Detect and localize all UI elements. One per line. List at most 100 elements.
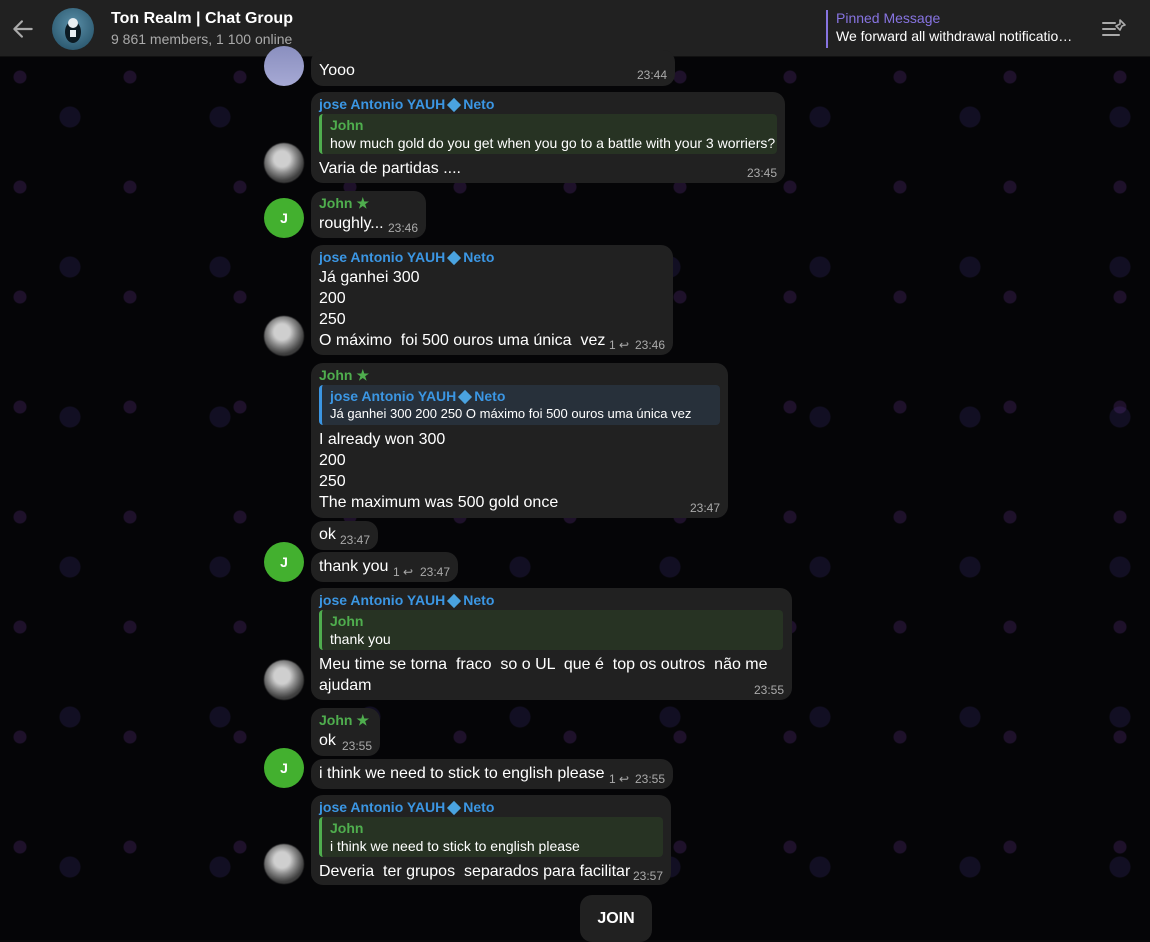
message-time: 23:47	[689, 501, 720, 515]
star-icon: ★	[356, 367, 370, 383]
author-name: jose Antonio YAUH	[319, 249, 446, 265]
message-time: 23:47	[419, 565, 450, 579]
message-bubble: John ★ roughly... 23:46	[311, 191, 426, 238]
author-name-suffix: Neto	[463, 96, 495, 112]
join-button[interactable]: JOIN	[580, 895, 652, 942]
reply-count-value: 1	[393, 565, 400, 579]
message-author[interactable]: jose Antonio YAUH Neto	[319, 592, 494, 608]
message-bubble: i think we need to stick to english plea…	[311, 759, 673, 789]
message-bubble: thank you 1 ↩ 23:47	[311, 552, 458, 582]
message-bubble: jose Antonio YAUH Neto John i think we ne…	[311, 795, 671, 885]
message-author[interactable]: John ★	[319, 195, 369, 212]
avatar[interactable]	[264, 660, 304, 700]
pinned-list-icon[interactable]	[1100, 17, 1128, 41]
reply-author: John	[330, 613, 364, 629]
message-author[interactable]: John ★	[319, 712, 369, 729]
message-time: 23:46	[634, 338, 665, 352]
avatar-initial: J	[280, 210, 288, 226]
message-text: roughly...	[319, 215, 384, 232]
message-time: 23:47	[339, 533, 370, 547]
author-name: jose Antonio YAUH	[319, 96, 446, 112]
message-text: Yooo	[319, 62, 355, 79]
reply-count[interactable]: 1 ↩	[609, 338, 629, 352]
reply-author: jose Antonio YAUH Neto	[330, 388, 720, 404]
diamond-icon	[447, 593, 462, 608]
diamond-icon	[447, 97, 462, 112]
diamond-icon	[458, 389, 473, 404]
message-bubble: ok 23:47	[311, 521, 378, 550]
message-text: I already won 300 200 250 The maximum wa…	[319, 431, 559, 511]
avatar[interactable]: J	[264, 542, 304, 582]
reply-author: John	[330, 820, 364, 836]
message-time: 23:55	[634, 772, 665, 786]
reply-quote[interactable]: John how much gold do you get when you g…	[319, 114, 777, 154]
message-text: Varia de partidas ....	[319, 160, 461, 177]
message-time: 23:45	[746, 166, 777, 180]
reply-author-suffix: Neto	[474, 388, 506, 404]
avatar[interactable]: J	[264, 198, 304, 238]
message-time: 23:57	[632, 869, 663, 883]
author-name: jose Antonio YAUH	[319, 799, 446, 815]
message-text: Deveria ter grupos separados para facili…	[319, 863, 631, 880]
reply-quote[interactable]: John i think we need to stick to english…	[319, 817, 663, 857]
reply-author: John	[330, 117, 364, 133]
avatar[interactable]: J	[264, 748, 304, 788]
reply-text: Já ganhei 300 200 250 O máximo foi 500 o…	[330, 406, 692, 421]
avatar[interactable]	[264, 46, 304, 86]
reply-count[interactable]: 1 ↩	[393, 565, 413, 579]
message-time: 23:55	[753, 683, 784, 697]
author-name-suffix: Neto	[463, 592, 495, 608]
reply-count-value: 1	[609, 338, 616, 352]
reply-text: thank you	[330, 631, 391, 647]
reply-arrow-icon: ↩	[403, 565, 414, 579]
reply-text: i think we need to stick to english plea…	[330, 838, 580, 854]
message-author[interactable]: jose Antonio YAUH Neto	[319, 96, 494, 112]
author-name-suffix: Neto	[463, 249, 495, 265]
message-text: ok	[319, 732, 336, 749]
group-avatar[interactable]	[52, 8, 94, 50]
avatar-initial: J	[280, 760, 288, 776]
star-icon: ★	[356, 195, 370, 211]
robot-mascot-icon	[65, 18, 81, 43]
author-name: jose Antonio YAUH	[319, 592, 446, 608]
message-bubble: jose Antonio YAUH Neto John thank you Meu…	[311, 588, 792, 700]
pinned-message-text: We forward all withdrawal notificatio…	[836, 28, 1073, 44]
message-bubble: Yooo 23:44	[311, 50, 675, 86]
reply-arrow-icon: ↩	[619, 338, 630, 352]
message-time: 23:55	[341, 739, 372, 753]
avatar-initial: J	[280, 554, 288, 570]
message-bubble: John ★ ok 23:55	[311, 708, 380, 756]
message-bubble: John ★ jose Antonio YAUH Neto Já ganhei 30…	[311, 363, 728, 518]
pinned-message[interactable]: Pinned Message We forward all withdrawal…	[826, 10, 1086, 48]
message-text: ok	[319, 526, 336, 543]
message-text: thank you	[319, 558, 389, 575]
message-text: Já ganhei 300 200 250 O máximo foi 500 o…	[319, 269, 606, 349]
message-author[interactable]: jose Antonio YAUH Neto	[319, 799, 494, 815]
message-text: i think we need to stick to english plea…	[319, 765, 605, 782]
reply-count[interactable]: 1 ↩	[609, 772, 629, 786]
reply-arrow-icon: ↩	[619, 772, 630, 786]
author-name: John	[319, 195, 353, 211]
pinned-message-title: Pinned Message	[836, 10, 941, 26]
star-icon: ★	[356, 712, 370, 728]
group-member-count: 9 861 members, 1 100 online	[111, 31, 293, 47]
author-name: John	[319, 367, 353, 383]
message-author[interactable]: John ★	[319, 367, 369, 384]
message-time: 23:46	[387, 221, 418, 235]
reply-count-value: 1	[609, 772, 616, 786]
diamond-icon	[447, 250, 462, 265]
reply-author-name: jose Antonio YAUH	[330, 388, 457, 404]
reply-quote[interactable]: jose Antonio YAUH Neto Já ganhei 300 200 …	[319, 385, 720, 425]
reply-quote[interactable]: John thank you	[319, 610, 783, 650]
avatar[interactable]	[264, 143, 304, 183]
message-author[interactable]: jose Antonio YAUH Neto	[319, 249, 494, 265]
diamond-icon	[447, 800, 462, 815]
avatar[interactable]	[264, 844, 304, 884]
back-arrow-icon[interactable]	[10, 16, 36, 42]
avatar[interactable]	[264, 316, 304, 356]
reply-text: how much gold do you get when you go to …	[330, 135, 776, 151]
chat-header: Ton Realm | Chat Group 9 861 members, 1 …	[0, 0, 1150, 57]
group-title[interactable]: Ton Realm | Chat Group	[111, 10, 293, 28]
author-name: John	[319, 712, 353, 728]
message-time: 23:44	[636, 68, 667, 82]
